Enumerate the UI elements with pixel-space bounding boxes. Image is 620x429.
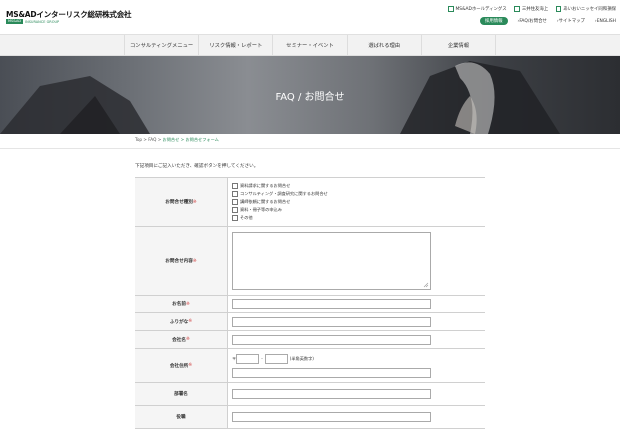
- nav-risk-info[interactable]: リスク情報・レポート: [198, 35, 272, 55]
- zip-input-1[interactable]: [236, 353, 260, 364]
- link-english[interactable]: ›ENGLISH: [595, 19, 616, 24]
- zip-note: (半角英数字): [289, 355, 314, 361]
- checkbox[interactable]: [232, 215, 238, 221]
- hero-banner: FAQ / お問合せ: [0, 56, 620, 134]
- position-input[interactable]: [232, 412, 431, 422]
- row-inquiry-type: お問合せ種別 ※ 資料請求に関するお問合せ コンサルティング・調査研究に関するお問…: [135, 178, 485, 227]
- external-link-icon: [555, 6, 562, 12]
- page-title: FAQ / お問合せ: [275, 92, 345, 103]
- nav-company[interactable]: 企業情報: [420, 35, 497, 55]
- link-faq[interactable]: ›FAQ/お問合せ: [518, 18, 547, 24]
- insurance-group-label: INSURANCE GROUP: [25, 19, 60, 24]
- group-links: MS&ADホールディングス 三井住友海上 あいおいニッセイ同和損保: [448, 6, 616, 12]
- checkbox[interactable]: [232, 207, 238, 213]
- row-inquiry-content: お問合せ内容 ※: [135, 227, 485, 296]
- global-nav: コンサルティングメニュー リスク情報・レポート セミナー・イベント 選ばれる理由…: [0, 34, 620, 56]
- label-company: 会社名 ※: [135, 331, 228, 348]
- recruit-button[interactable]: 採用情報: [480, 17, 508, 25]
- form-intro: 下記項目にご記入いただき、確認ボタンを押してください。: [135, 164, 259, 169]
- address-input[interactable]: [232, 368, 431, 378]
- nav-consulting[interactable]: コンサルティングメニュー: [124, 35, 198, 55]
- label-inquiry-type: お問合せ種別 ※: [135, 178, 228, 226]
- option-booklet[interactable]: 資料・冊子等の申込み: [232, 206, 485, 214]
- checkbox[interactable]: [232, 183, 238, 189]
- department-input[interactable]: [232, 389, 431, 399]
- row-position: 役職: [135, 406, 485, 429]
- name-input[interactable]: [232, 299, 431, 309]
- crumb-current: お問合せ > お問合せフォーム: [162, 137, 219, 142]
- link-mitsui-sumitomo[interactable]: 三井住友海上: [514, 6, 548, 12]
- option-lecturer[interactable]: 講師依頼に関するお問合せ: [232, 198, 485, 206]
- label-kana: ふりがな ※: [135, 313, 228, 330]
- zip-row: 〒 - (半角英数字): [232, 353, 485, 364]
- company-input[interactable]: [232, 334, 431, 345]
- nav-seminar[interactable]: セミナー・イベント: [272, 35, 346, 55]
- inquiry-content-textarea[interactable]: [232, 232, 431, 290]
- label-department: 部署名: [135, 383, 228, 405]
- option-consulting[interactable]: コンサルティング・調査研究に関するお問合せ: [232, 190, 485, 198]
- inquiry-form: お問合せ種別 ※ 資料請求に関するお問合せ コンサルティング・調査研究に関するお問…: [135, 177, 485, 429]
- option-other[interactable]: その他: [232, 214, 485, 222]
- external-link-icon: [448, 6, 454, 12]
- row-department: 部署名: [135, 383, 485, 406]
- label-position: 役職: [135, 406, 228, 428]
- zip-dash: -: [261, 356, 263, 361]
- row-company: 会社名 ※: [135, 331, 485, 349]
- msad-badge: MS&AD: [6, 19, 24, 24]
- link-msad-holdings[interactable]: MS&ADホールディングス: [448, 6, 507, 12]
- site-header: MS&ADインターリスク総研株式会社 MS&AD INSURANCE GROUP…: [0, 0, 620, 34]
- zip-input-2[interactable]: [264, 353, 288, 364]
- external-link-icon: [514, 6, 520, 12]
- link-aioi-nissay[interactable]: あいおいニッセイ同和損保: [555, 6, 616, 12]
- utility-links: 採用情報 ›FAQ/お問合せ ›サイトマップ ›ENGLISH: [480, 17, 616, 25]
- breadcrumb: Top > FAQ > お問合せ > お問合せフォーム: [0, 134, 620, 149]
- kana-input[interactable]: [232, 316, 431, 327]
- row-name: お名前 ※: [135, 296, 485, 313]
- checkbox[interactable]: [232, 191, 238, 197]
- resize-handle-icon[interactable]: [423, 282, 429, 288]
- label-inquiry-content: お問合せ内容 ※: [135, 227, 228, 295]
- row-address: 会社住所 ※ 〒 - (半角英数字): [135, 349, 485, 383]
- inquiry-type-options: 資料請求に関するお問合せ コンサルティング・調査研究に関するお問合せ 講師依頼に…: [228, 178, 485, 226]
- label-name: お名前 ※: [135, 296, 228, 312]
- link-sitemap[interactable]: ›サイトマップ: [557, 18, 585, 24]
- label-address: 会社住所 ※: [135, 349, 228, 382]
- checkbox[interactable]: [232, 199, 238, 205]
- group-logo: MS&AD INSURANCE GROUP: [6, 19, 59, 24]
- nav-reasons[interactable]: 選ばれる理由: [346, 35, 421, 55]
- row-kana: ふりがな ※: [135, 313, 485, 331]
- option-document-request[interactable]: 資料請求に関するお問合せ: [232, 182, 485, 190]
